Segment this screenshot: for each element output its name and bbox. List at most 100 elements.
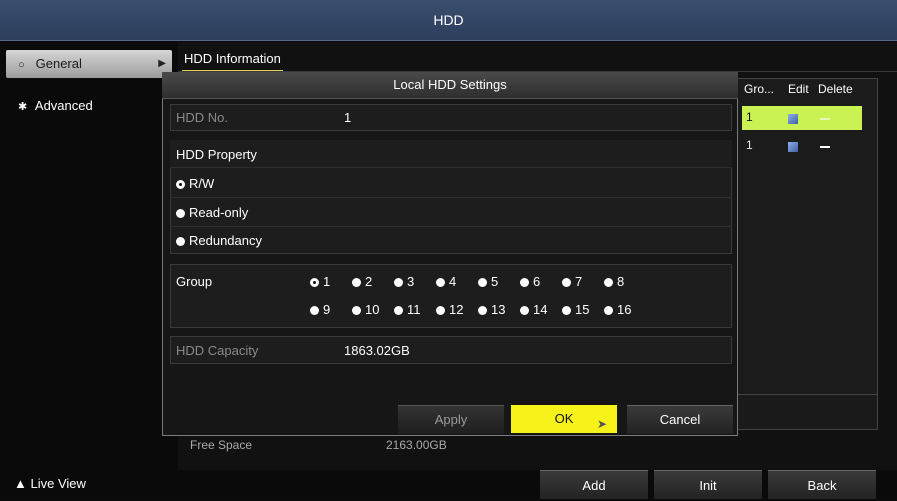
live-view-button[interactable]: ▲ Live View: [14, 476, 86, 491]
back-button[interactable]: Back: [768, 470, 876, 499]
sidebar: ○ General ▶ ✱ Advanced: [0, 42, 178, 498]
divider: [170, 226, 732, 227]
sidebar-item-label: Advanced: [34, 98, 93, 113]
radio-read-only[interactable]: Read-only: [176, 205, 248, 220]
sidebar-item-general[interactable]: ○ General ▶: [6, 50, 172, 78]
table-row[interactable]: 1: [742, 134, 862, 158]
radio-icon: [436, 278, 445, 287]
radio-icon: [352, 278, 361, 287]
radio-icon: [604, 278, 613, 287]
radio-group-4[interactable]: 4: [436, 274, 456, 289]
hdd-no-row: [170, 104, 732, 131]
home-icon: ▲: [14, 476, 27, 491]
radio-icon: [436, 306, 445, 315]
radio-group-7[interactable]: 7: [562, 274, 582, 289]
radio-label: 4: [449, 274, 457, 289]
init-button[interactable]: Init: [654, 470, 762, 499]
radio-icon: [520, 306, 529, 315]
delete-icon[interactable]: [820, 111, 830, 125]
radio-icon: [478, 278, 487, 287]
radio-label: 5: [491, 274, 499, 289]
dialog-title: Local HDD Settings: [162, 72, 738, 99]
free-space-value: 2163.00GB: [386, 438, 447, 452]
radio-label: Redundancy: [189, 233, 262, 248]
add-button[interactable]: Add: [540, 470, 648, 499]
cancel-button[interactable]: Cancel: [627, 405, 733, 434]
radio-group-5[interactable]: 5: [478, 274, 498, 289]
edit-icon[interactable]: [788, 113, 798, 127]
table-header-edit: Edit: [788, 82, 809, 96]
radio-label: 12: [449, 302, 464, 317]
edit-icon[interactable]: [788, 141, 798, 155]
hdd-property-label: HDD Property: [176, 147, 257, 162]
radio-label: 8: [617, 274, 625, 289]
table-header-delete: Delete: [818, 82, 853, 96]
radio-icon: [394, 306, 403, 315]
radio-group-16[interactable]: 16: [604, 302, 631, 317]
radio-label: 2: [365, 274, 373, 289]
radio-icon: [562, 278, 571, 287]
radio-label: 6: [533, 274, 541, 289]
radio-icon: [520, 278, 529, 287]
radio-icon: [176, 237, 185, 246]
radio-group-1[interactable]: 1: [310, 274, 330, 289]
radio-group-8[interactable]: 8: [604, 274, 624, 289]
gear-icon: ✱: [18, 101, 28, 113]
hdd-capacity-label: HDD Capacity: [176, 343, 259, 358]
group-cell: 1: [746, 110, 753, 124]
radio-group-15[interactable]: 15: [562, 302, 589, 317]
radio-group-14[interactable]: 14: [520, 302, 547, 317]
sidebar-item-advanced[interactable]: ✱ Advanced: [6, 92, 172, 120]
radio-label: 11: [407, 302, 421, 317]
free-space-label: Free Space: [190, 438, 253, 452]
live-view-label: Live View: [30, 476, 86, 491]
hdd-capacity-value: 1863.02GB: [344, 343, 410, 358]
bottom-bar: [0, 470, 897, 498]
radio-label: 16: [617, 302, 632, 317]
radio-selected-icon: [310, 278, 319, 287]
radio-label: 13: [491, 302, 506, 317]
radio-label: 9: [323, 302, 331, 317]
radio-group-9[interactable]: 9: [310, 302, 330, 317]
hdd-no-label: HDD No.: [176, 110, 229, 125]
radio-redundancy[interactable]: Redundancy: [176, 233, 262, 248]
radio-icon: [176, 209, 185, 218]
radio-selected-icon: [176, 180, 185, 189]
radio-icon: [352, 306, 361, 315]
radio-group-10[interactable]: 10: [352, 302, 379, 317]
radio-label: Read-only: [189, 205, 249, 220]
radio-group-11[interactable]: 11: [394, 302, 421, 317]
title-bar: HDD: [0, 0, 897, 41]
radio-icon: [310, 306, 319, 315]
divider: [170, 197, 732, 198]
group-cell: 1: [746, 138, 753, 152]
apply-button[interactable]: Apply: [398, 405, 504, 434]
radio-group-2[interactable]: 2: [352, 274, 372, 289]
tab-hdd-information[interactable]: HDD Information: [182, 48, 283, 72]
window-title: HDD: [433, 12, 464, 28]
radio-group-13[interactable]: 13: [478, 302, 505, 317]
radio-label: 7: [575, 274, 583, 289]
group-label: Group: [176, 274, 213, 289]
radio-group-6[interactable]: 6: [520, 274, 540, 289]
delete-icon[interactable]: [820, 139, 830, 153]
radio-group-3[interactable]: 3: [394, 274, 414, 289]
radio-group-12[interactable]: 12: [436, 302, 463, 317]
radio-icon: [604, 306, 613, 315]
hdd-no-value: 1: [344, 110, 352, 125]
radio-label: 3: [407, 274, 415, 289]
radio-icon: [394, 278, 403, 287]
circle-icon: ○: [18, 59, 25, 71]
radio-icon: [478, 306, 487, 315]
sidebar-item-label: General: [35, 56, 82, 71]
radio-label: 14: [533, 302, 548, 317]
radio-rw[interactable]: R/W: [176, 176, 214, 191]
radio-label: 10: [365, 302, 380, 317]
table-row[interactable]: 1: [742, 106, 862, 130]
radio-label: 1: [323, 274, 331, 289]
radio-label: 15: [575, 302, 590, 317]
table-header-group: Gro...: [744, 82, 775, 96]
mouse-cursor-icon: ➤: [597, 417, 608, 431]
radio-icon: [562, 306, 571, 315]
radio-label: R/W: [189, 176, 215, 191]
